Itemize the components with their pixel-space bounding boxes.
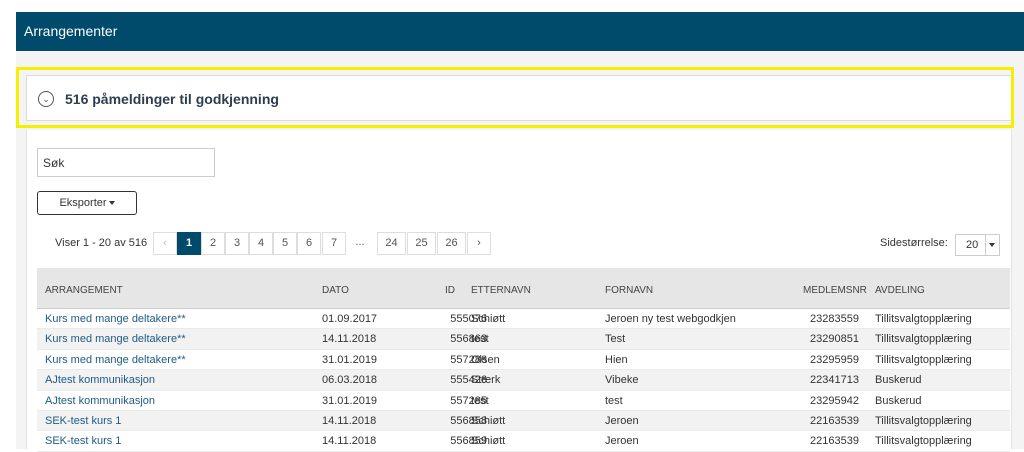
- page-button-2[interactable]: 2: [201, 232, 225, 255]
- cell-dato: 14.11.2018: [322, 333, 377, 346]
- cell-fornavn: Jeroen: [605, 414, 639, 427]
- cell-fornavn: Jeroen ny test webgodkjen: [605, 313, 736, 325]
- cell-avdeling: Buskerud: [875, 394, 922, 407]
- pagination-ellipsis: ...: [355, 236, 365, 248]
- page-title: Arrangementer: [24, 23, 118, 39]
- prev-page-button[interactable]: ‹: [153, 232, 177, 255]
- cell-arrangement[interactable]: Kurs med mange deltakere**: [45, 354, 186, 366]
- column-header-arrangement[interactable]: ARRANGEMENT: [45, 285, 123, 296]
- table-row[interactable]: AJtest kommunikasjon 06.03.2018 555426 Stær…: [37, 370, 1010, 391]
- cell-medlemsnr: 22163539: [810, 414, 859, 427]
- cell-avdeling: Tillitsvalgtopplæring: [875, 313, 972, 325]
- page-button-7[interactable]: 7: [322, 232, 346, 255]
- table-body: Kurs med mange deltakere** 01.09.2017 5550…: [37, 309, 1010, 452]
- cell-arrangement[interactable]: SEK-test kurs 1: [45, 435, 121, 447]
- dropdown-arrow-icon[interactable]: [985, 235, 999, 255]
- page-button-26[interactable]: 26: [437, 232, 466, 255]
- export-button[interactable]: Eksporter: [37, 191, 137, 215]
- table-row[interactable]: Kurs med mange deltakere** 01.09.2017 5550…: [37, 309, 1010, 330]
- search-input[interactable]: Søk: [37, 148, 215, 177]
- cell-medlemsnr: 23290851: [810, 333, 859, 346]
- cell-avdeling: Tillitsvalgtopplæring: [875, 414, 972, 427]
- cell-dato: 14.11.2018: [322, 435, 377, 448]
- cell-dato: 01.09.2017: [322, 313, 378, 325]
- page-size-label: Sidestørrelse:: [880, 237, 948, 249]
- cell-etternavn: test: [471, 394, 489, 407]
- page-button-25[interactable]: 25: [407, 232, 436, 255]
- column-header-avdeling[interactable]: AVDELING: [875, 285, 925, 296]
- registrations-table: ARRANGEMENT DATO ID ETTERNAVN FORNAVN ME…: [37, 268, 1010, 452]
- cell-medlemsnr: 23283559: [810, 313, 859, 325]
- page-button-24[interactable]: 24: [377, 232, 406, 255]
- page-size-select[interactable]: 20: [955, 234, 1000, 256]
- table-header: ARRANGEMENT DATO ID ETTERNAVN FORNAVN ME…: [37, 268, 1010, 309]
- column-header-dato[interactable]: DATO: [322, 285, 349, 296]
- cell-fornavn: test: [605, 394, 623, 407]
- table-row[interactable]: AJtest kommunikasjon 31.01.2019 557285 test…: [37, 391, 1010, 411]
- cell-medlemsnr: 23295959: [810, 353, 859, 366]
- cell-arrangement[interactable]: AJtest kommunikasjon: [45, 395, 155, 407]
- cell-etternavn: Schiøtt: [471, 313, 506, 325]
- table-row[interactable]: Kurs med mange deltakere** 14.11.2018 5568…: [37, 329, 1010, 350]
- column-header-fornavn[interactable]: FORNAVN: [605, 285, 653, 296]
- page-button-4[interactable]: 4: [249, 232, 273, 255]
- cell-etternavn: Schiøtt: [471, 435, 506, 448]
- column-header-etternavn[interactable]: ETTERNAVN: [471, 285, 531, 296]
- column-header-medlemsnr[interactable]: MEDLEMSNR: [803, 285, 867, 296]
- cell-fornavn: Jeroen: [605, 435, 639, 448]
- table-row[interactable]: SEK-test kurs 1 14.11.2018 556858 Schiøtt Je…: [37, 410, 1010, 432]
- cell-dato: 31.01.2019: [322, 394, 378, 407]
- table-row[interactable]: Kurs med mange deltakere** 31.01.2019 5572…: [37, 350, 1010, 371]
- page-button-1[interactable]: 1: [177, 232, 201, 255]
- column-header-id[interactable]: ID: [445, 285, 455, 296]
- cell-dato: 14.11.2018: [322, 414, 377, 427]
- cell-arrangement[interactable]: SEK-test kurs 1: [45, 415, 121, 427]
- page-button-3[interactable]: 3: [225, 232, 249, 255]
- cell-arrangement[interactable]: AJtest kommunikasjon: [45, 374, 155, 386]
- page-button-6[interactable]: 6: [297, 232, 321, 255]
- next-page-button[interactable]: ›: [467, 232, 491, 255]
- cell-avdeling: Tillitsvalgtopplæring: [875, 353, 972, 366]
- cell-fornavn: Test: [605, 333, 626, 346]
- cell-avdeling: Buskerud: [875, 374, 922, 387]
- cell-fornavn: Vibeke: [605, 374, 639, 387]
- cell-arrangement[interactable]: Kurs med mange deltakere**: [45, 333, 186, 345]
- cell-medlemsnr: 22163539: [810, 435, 859, 448]
- cell-etternavn: test: [471, 333, 489, 346]
- cell-medlemsnr: 23295942: [810, 394, 859, 407]
- cell-medlemsnr: 22341713: [810, 374, 859, 387]
- showing-count: Viser 1 - 20 av 516: [55, 237, 148, 249]
- export-button-label: Eksporter: [59, 197, 107, 209]
- cell-dato: 06.03.2018: [322, 374, 378, 387]
- cell-arrangement[interactable]: Kurs med mange deltakere**: [45, 313, 186, 325]
- cell-etternavn: Schiøtt: [471, 414, 506, 427]
- page-button-5[interactable]: 5: [273, 232, 297, 255]
- caret-down-icon: [108, 201, 115, 206]
- cell-fornavn: Hien: [605, 353, 628, 366]
- highlight-box: [16, 67, 1014, 128]
- cell-avdeling: Tillitsvalgtopplæring: [875, 435, 972, 448]
- cell-avdeling: Tillitsvalgtopplæring: [875, 333, 972, 346]
- cell-etternavn: Olsen: [471, 353, 500, 366]
- app-header: Arrangementer: [16, 12, 1024, 51]
- page-size-value: 20: [966, 239, 979, 251]
- cell-etternavn: Stærk: [471, 374, 501, 387]
- cell-dato: 31.01.2019: [322, 353, 378, 366]
